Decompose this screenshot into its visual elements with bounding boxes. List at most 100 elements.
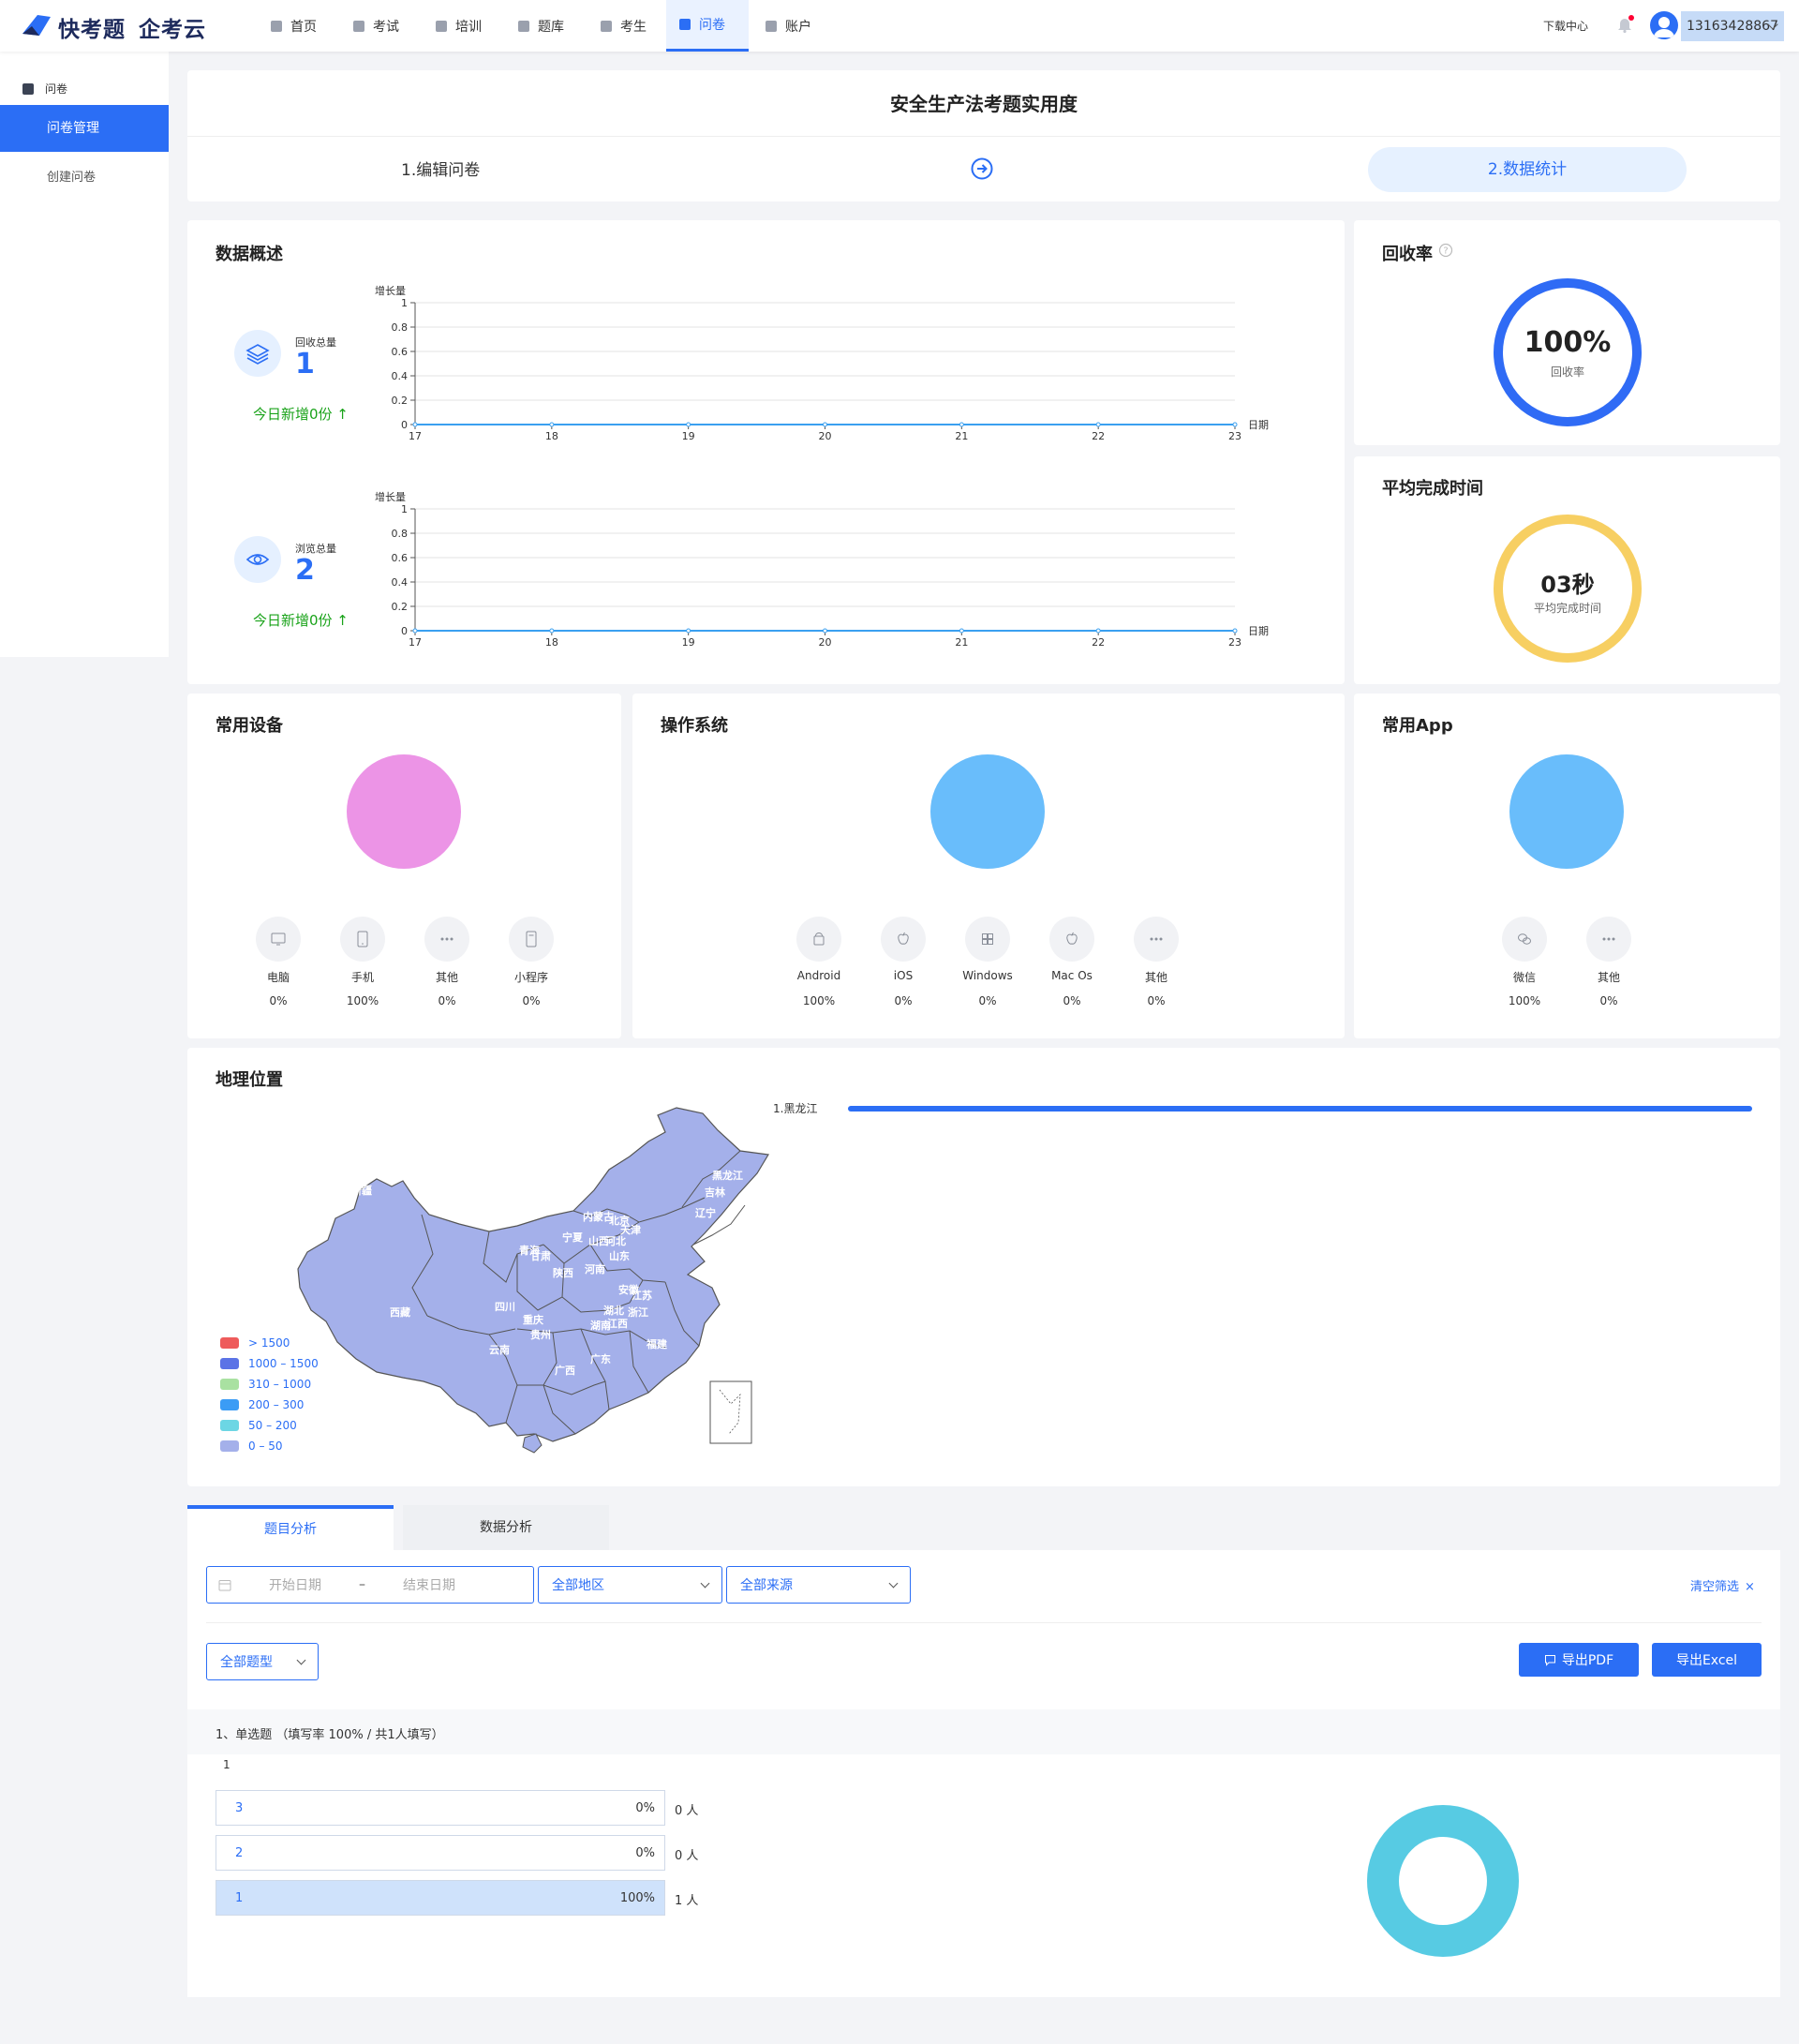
province-label: 四川 — [495, 1301, 515, 1313]
x-tick-label: 17 — [409, 430, 422, 442]
avg-completion-time-card: 平均完成时间 03秒 平均完成时间 — [1354, 456, 1780, 684]
training-icon — [436, 20, 447, 32]
clear-filter-link[interactable]: 清空筛选 × — [1690, 1576, 1755, 1594]
page-title: 安全生产法考题实用度 — [890, 93, 1078, 115]
nav-home[interactable]: 首页 — [258, 0, 330, 52]
x-tick-label: 20 — [819, 636, 832, 649]
tab-data-analysis[interactable]: 数据分析 — [403, 1505, 609, 1550]
question-type-value: 全部题型 — [220, 1655, 273, 1670]
download-center-link[interactable]: 下载中心 — [1543, 18, 1588, 34]
devices-item-pct: 100% — [346, 994, 379, 1007]
y-tick-label: 1 — [401, 297, 408, 309]
legend-item[interactable]: 310 – 1000 — [220, 1378, 319, 1391]
data-point — [1232, 422, 1238, 427]
nav-question-bank[interactable]: 题库 — [505, 0, 577, 52]
nav-training[interactable]: 培训 — [423, 0, 495, 52]
card-title: 回收率 — [1382, 245, 1433, 264]
nav-examinee[interactable]: 考生 — [587, 0, 660, 52]
options-donut-chart — [1367, 1805, 1519, 1957]
export-excel-button[interactable]: 导出Excel — [1652, 1643, 1762, 1677]
more-icon — [1134, 917, 1179, 962]
legend-swatch — [220, 1420, 239, 1431]
devices-pie — [347, 754, 461, 869]
clear-filter-label: 清空筛选 — [1690, 1580, 1740, 1594]
legend-item[interactable]: > 1500 — [220, 1336, 319, 1350]
end-date-input[interactable]: 结束日期 — [403, 1575, 455, 1594]
step-edit-survey[interactable]: 1.编辑问卷 — [401, 157, 480, 180]
card-title: 操作系统 — [661, 716, 728, 736]
os-item-name: Windows — [962, 969, 1013, 982]
recv-total-value: 1 — [295, 348, 315, 380]
recovery-rate-card: 回收率 ? 100% 回收率 — [1354, 220, 1780, 445]
os-item-pct: 0% — [978, 994, 997, 1007]
option-count: 0 人 — [675, 1849, 699, 1863]
sidebar-item-create-survey[interactable]: 创建问卷 — [47, 167, 96, 185]
brand-name: 快考题 — [58, 18, 126, 42]
devices-item-pct: 0% — [269, 994, 288, 1007]
nav-label: 培训 — [455, 19, 482, 35]
data-point — [412, 422, 418, 427]
mini-program-icon — [509, 917, 554, 962]
sidebar-item-survey-management[interactable]: 问卷管理 — [0, 105, 169, 152]
card-title: 常用App — [1382, 716, 1453, 736]
date-range-picker[interactable]: 开始日期 – 结束日期 — [206, 1566, 534, 1604]
question-type-select[interactable]: 全部题型 — [206, 1643, 319, 1680]
option-bar: 2 0% — [216, 1835, 665, 1871]
x-tick-label: 21 — [955, 636, 968, 649]
chevron-down-icon — [700, 1578, 710, 1588]
avg-time-label: 平均完成时间 — [1533, 602, 1601, 615]
recv-growth-line-chart: 增长量 0 0.2 0.4 0.6 0.8 1 17 18 19 20 21 22 23 日期 — [375, 284, 1269, 442]
tab-question-analysis[interactable]: 题目分析 — [187, 1505, 394, 1550]
legend-item[interactable]: 0 – 50 — [220, 1440, 319, 1453]
question-stem: 1 — [223, 1758, 230, 1771]
option-label: 3 — [235, 1800, 244, 1815]
province-label: 福建 — [646, 1337, 668, 1350]
option-bar: 1 100% — [216, 1880, 665, 1916]
data-point — [959, 628, 964, 634]
y-tick-label: 0 — [401, 419, 408, 431]
account-icon — [766, 20, 777, 32]
nav-account[interactable]: 账户 — [752, 0, 825, 52]
x-axis-label: 日期 — [1248, 625, 1269, 637]
option-label: 2 — [235, 1845, 244, 1860]
region-select[interactable]: 全部地区 — [538, 1566, 722, 1604]
y-tick-label: 0.6 — [392, 346, 409, 358]
nav-survey[interactable]: 问卷 — [666, 0, 749, 52]
close-icon: × — [1745, 1580, 1755, 1594]
step-data-statistics[interactable]: 2.数据统计 — [1368, 147, 1687, 192]
arrow-right-circle-icon — [971, 157, 993, 180]
data-point — [549, 422, 555, 427]
apple-icon — [881, 917, 926, 962]
export-pdf-button[interactable]: 导出PDF — [1519, 1643, 1639, 1677]
apps-item-pct: 100% — [1508, 994, 1541, 1007]
legend-item[interactable]: 200 – 300 — [220, 1398, 319, 1411]
x-axis-label: 日期 — [1248, 419, 1269, 431]
nav-exam[interactable]: 考试 — [340, 0, 412, 52]
china-map[interactable]: 黑龙江吉林辽宁新疆内蒙古北京天津宁夏 山西河北山东青海甘肃陕西 河南安徽江苏西藏 四川… — [272, 1104, 909, 1479]
y-tick-label: 0.8 — [392, 528, 409, 540]
data-overview-card: 数据概述 回收总量 1 今日新增0份 ↑ 浏览总量 2 今日新增0份 ↑ 增长量… — [187, 220, 1345, 684]
legend-swatch — [220, 1440, 239, 1452]
help-icon[interactable]: ? — [1438, 243, 1453, 258]
legend-item[interactable]: 1000 – 1500 — [220, 1357, 319, 1370]
devices-item-name: 其他 — [435, 971, 458, 984]
start-date-input[interactable]: 开始日期 — [269, 1575, 321, 1594]
top-navbar: 快考题 企考云 首页 考试 培训 题库 考生 问卷 账户 下载中心 131634… — [0, 0, 1799, 52]
source-select[interactable]: 全部来源 — [726, 1566, 911, 1604]
x-tick-label: 23 — [1228, 636, 1241, 649]
date-separator: – — [359, 1577, 365, 1592]
legend-label: 50 – 200 — [248, 1419, 297, 1432]
province-label: 江苏 — [632, 1289, 652, 1302]
devices-item-pct: 0% — [522, 994, 541, 1007]
apps-item-name: 微信 — [1512, 971, 1536, 984]
nav-label: 首页 — [290, 19, 317, 35]
wechat-icon — [1502, 917, 1547, 962]
province-label: 河北 — [605, 1234, 626, 1247]
layers-icon — [234, 330, 281, 377]
avatar[interactable] — [1650, 11, 1678, 39]
nav-label: 考生 — [620, 19, 647, 35]
card-title: 常用设备 — [216, 716, 283, 736]
legend-item[interactable]: 50 – 200 — [220, 1419, 319, 1432]
y-tick-label: 0.2 — [392, 601, 409, 613]
x-tick-label: 22 — [1092, 430, 1105, 442]
